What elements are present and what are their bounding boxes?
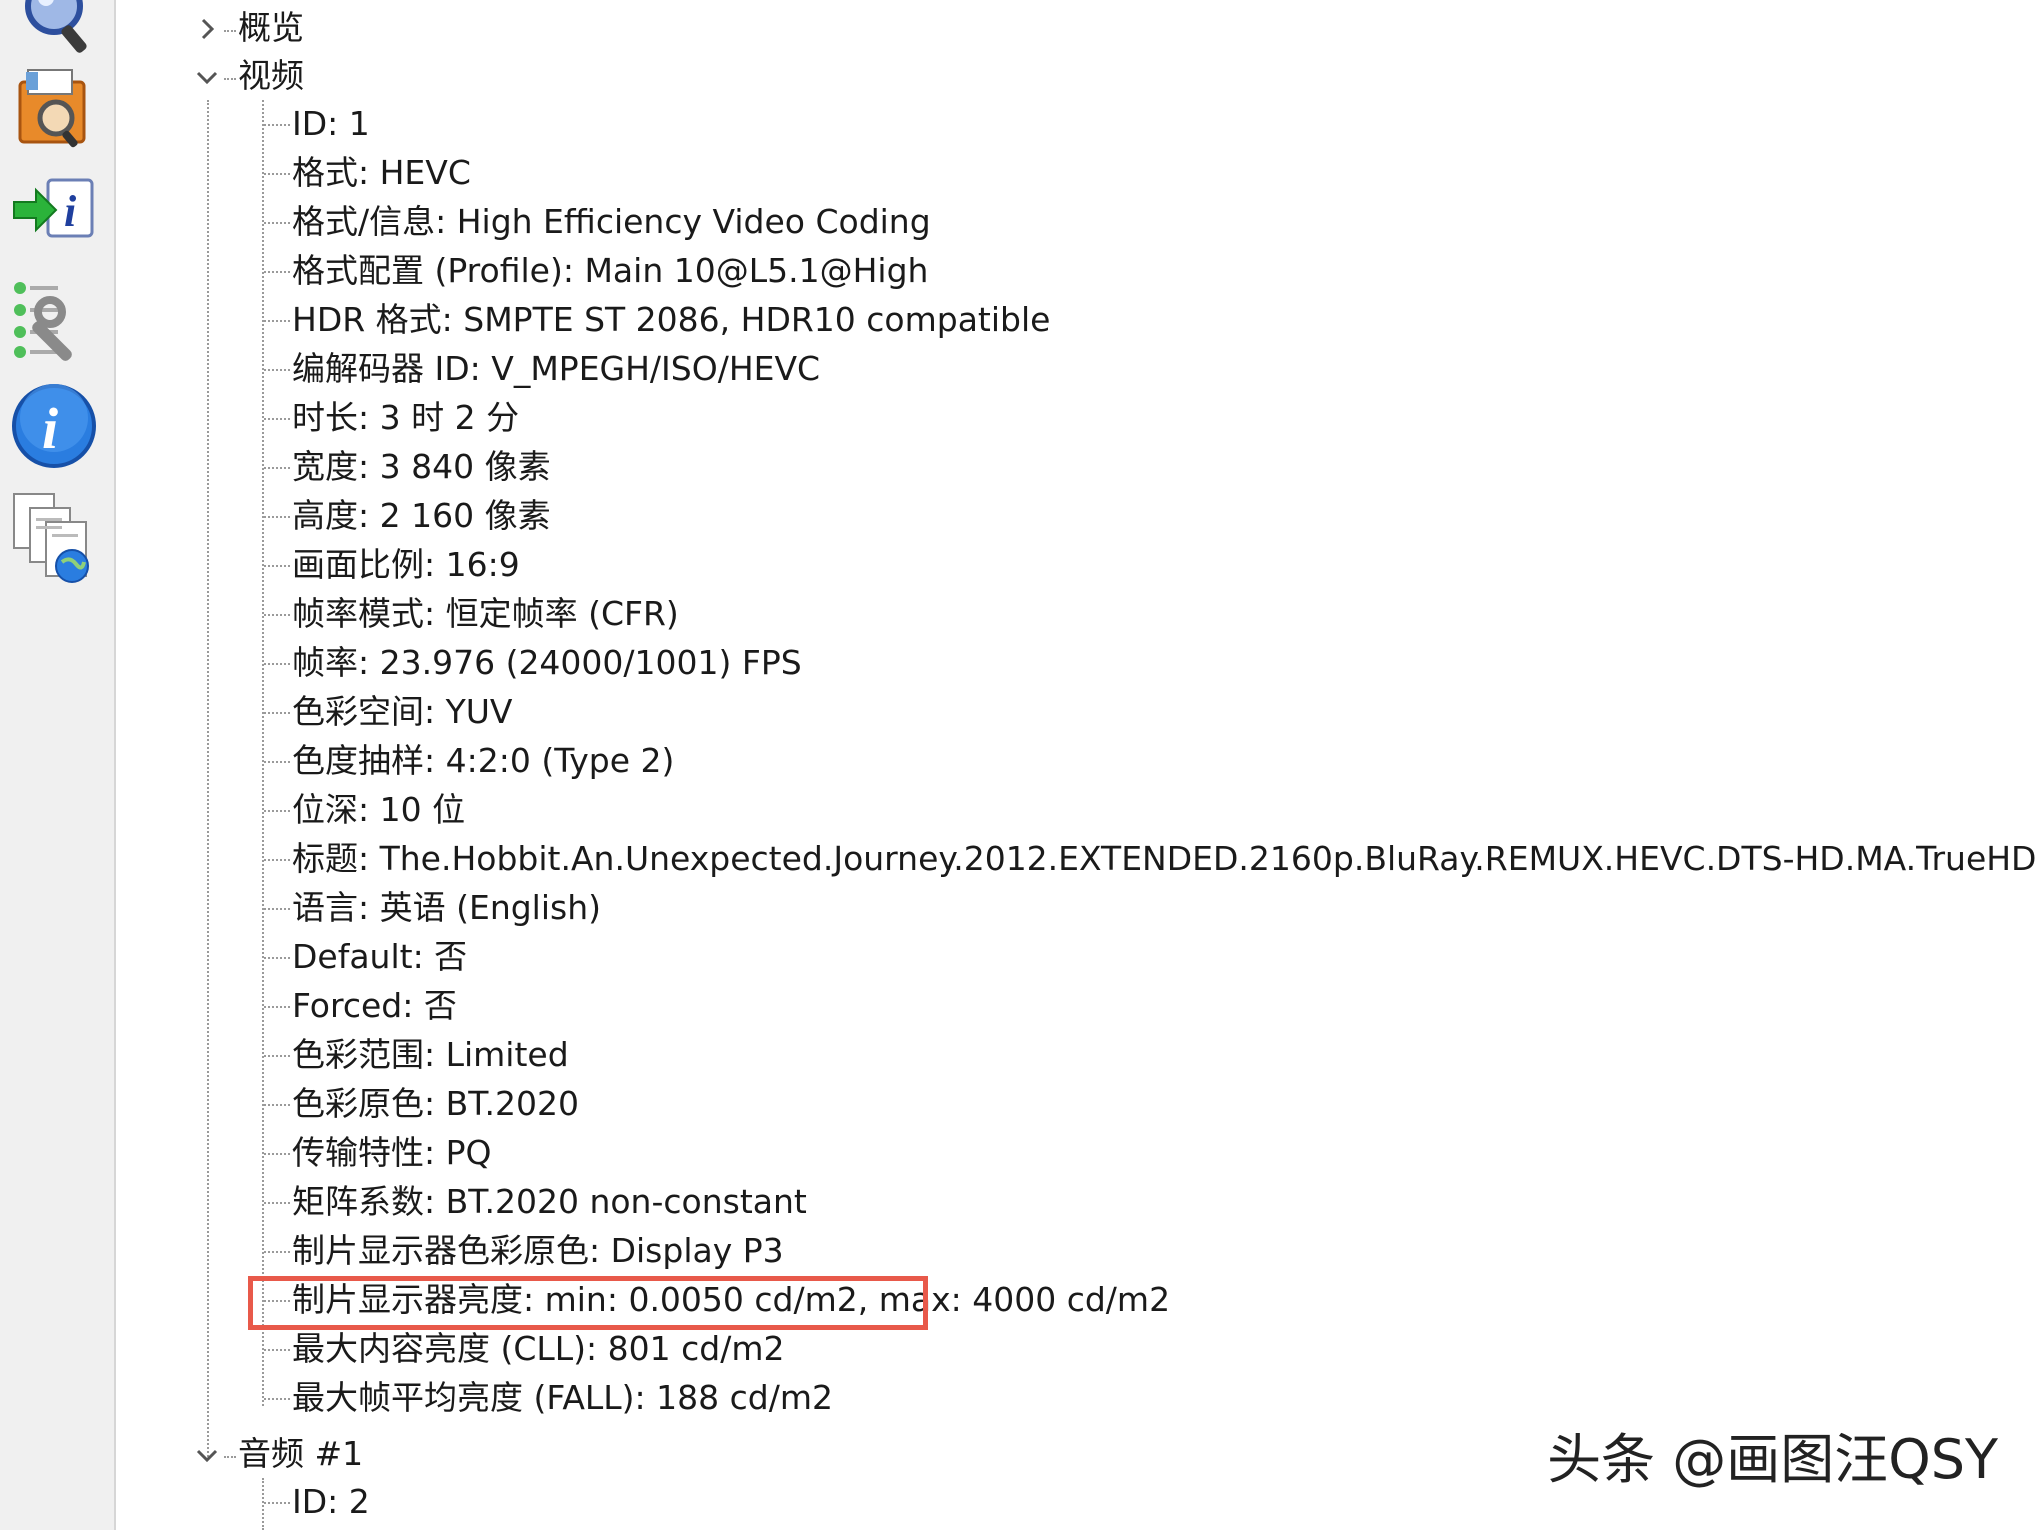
info-tree: 概览 视频 ID: 1 格式: HEVC 格式/信息: High Efficie… — [114, 0, 2040, 1530]
mediainfo-window: i i 概览 视频 ID: 1 格式: HEVC 格式/信息: High Eff… — [0, 0, 2040, 1530]
list-item[interactable]: 最大内容亮度 (CLL): 801 cd/m2 — [114, 1325, 2040, 1374]
list-item[interactable]: 位深: 10 位 — [114, 786, 2040, 835]
export-info-icon[interactable]: i — [6, 166, 102, 262]
magnifier-icon[interactable] — [6, 0, 102, 62]
list-item[interactable]: 制片显示器色彩原色: Display P3 — [114, 1227, 2040, 1276]
list-item[interactable]: Default: 否 — [114, 933, 2040, 982]
list-item[interactable]: 时长: 3 时 2 分 — [114, 394, 2040, 443]
web-report-icon[interactable] — [6, 488, 102, 584]
highlight-box — [248, 1276, 928, 1330]
folder-search-icon[interactable] — [6, 58, 102, 154]
watermark: 头条 @画图汪QSY — [1547, 1428, 1998, 1491]
tree-node-audio-1[interactable]: 音频 #1 — [238, 1434, 363, 1474]
svg-text:i: i — [42, 396, 58, 461]
list-item[interactable]: ID: 1 — [114, 100, 2040, 149]
left-toolbar: i i — [0, 0, 116, 1530]
about-info-icon[interactable]: i — [6, 378, 102, 474]
list-item[interactable]: 画面比例: 16:9 — [114, 541, 2040, 590]
list-item[interactable]: 帧率: 23.976 (24000/1001) FPS — [114, 639, 2040, 688]
list-item[interactable]: 色度抽样: 4:2:0 (Type 2) — [114, 737, 2040, 786]
list-item[interactable]: 格式配置 (Profile): Main 10@L5.1@High — [114, 247, 2040, 296]
list-item[interactable]: 矩阵系数: BT.2020 non-constant — [114, 1178, 2040, 1227]
list-item[interactable]: 最大帧平均亮度 (FALL): 188 cd/m2 — [114, 1374, 2040, 1423]
list-item[interactable]: 宽度: 3 840 像素 — [114, 443, 2040, 492]
collapse-video-icon[interactable] — [192, 62, 222, 92]
list-item[interactable]: 格式/信息: High Efficiency Video Coding — [114, 198, 2040, 247]
list-item[interactable]: 传输特性: PQ — [114, 1129, 2040, 1178]
list-item[interactable]: 高度: 2 160 像素 — [114, 492, 2040, 541]
list-item[interactable]: 标题: The.Hobbit.An.Unexpected.Journey.201… — [114, 835, 2040, 884]
list-item[interactable]: 色彩范围: Limited — [114, 1031, 2040, 1080]
list-item[interactable]: 格式: HEVC — [114, 149, 2040, 198]
list-item[interactable]: 帧率模式: 恒定帧率 (CFR) — [114, 590, 2040, 639]
list-item[interactable]: 色彩原色: BT.2020 — [114, 1080, 2040, 1129]
collapse-audio-icon[interactable] — [192, 1440, 222, 1470]
tree-node-video[interactable]: 视频 — [238, 56, 304, 96]
list-item[interactable]: Forced: 否 — [114, 982, 2040, 1031]
settings-tools-icon[interactable] — [6, 272, 102, 368]
list-item[interactable]: HDR 格式: SMPTE ST 2086, HDR10 compatible — [114, 296, 2040, 345]
list-item[interactable]: 语言: 英语 (English) — [114, 884, 2040, 933]
tree-node-overview[interactable]: 概览 — [238, 8, 304, 48]
list-item[interactable]: 编解码器 ID: V_MPEGH/ISO/HEVC — [114, 345, 2040, 394]
svg-text:i: i — [64, 187, 77, 236]
expand-overview-icon[interactable] — [192, 14, 222, 44]
list-item[interactable]: 色彩空间: YUV — [114, 688, 2040, 737]
